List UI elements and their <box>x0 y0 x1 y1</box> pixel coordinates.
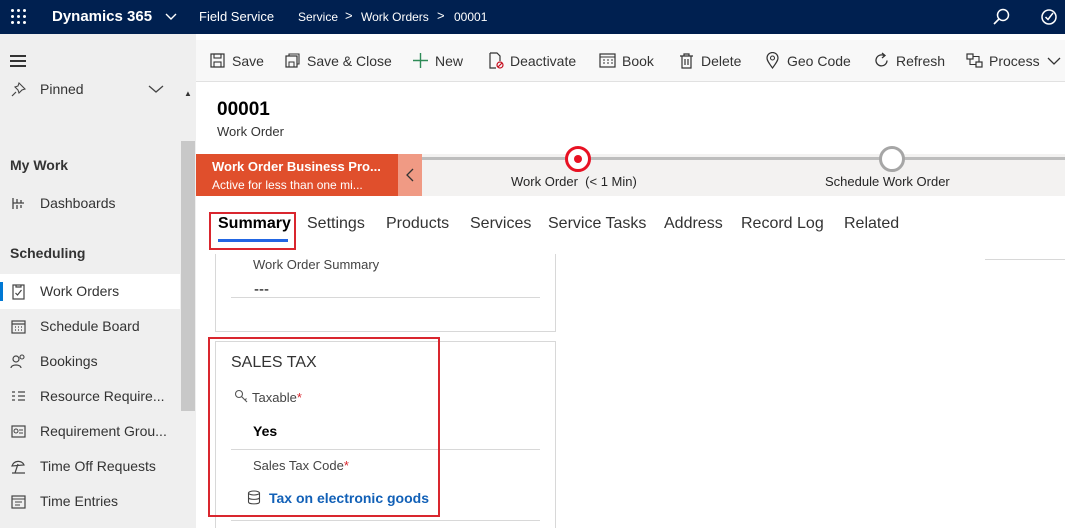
breadcrumb-record: 00001 <box>454 10 488 24</box>
tab-service-tasks[interactable]: Service Tasks <box>548 215 646 233</box>
plus-icon <box>413 53 428 68</box>
pin-icon <box>11 81 27 97</box>
save-close-icon <box>285 53 300 68</box>
bpf-progress-line <box>422 157 1065 160</box>
field-divider <box>231 297 540 298</box>
tab-related[interactable]: Related <box>844 215 899 233</box>
work-order-icon <box>12 284 25 300</box>
breadcrumb-service[interactable]: Service <box>298 10 338 24</box>
nav-item-bookings[interactable]: Bookings <box>0 344 180 379</box>
trash-icon <box>680 53 693 69</box>
command-bar: Save Save & Close New Deactivate Book De… <box>196 40 1065 82</box>
tab-summary-highlight <box>209 212 296 250</box>
search-icon[interactable] <box>992 7 1012 27</box>
right-panel-divider <box>985 259 1065 260</box>
process-icon <box>966 53 983 68</box>
deactivate-icon <box>489 52 504 69</box>
more-commands-chevron-icon[interactable] <box>1047 55 1061 67</box>
nav-item-schedule-board[interactable]: Schedule Board <box>0 309 180 344</box>
record-title: 00001 <box>217 99 270 120</box>
nav-group-my-work: My Work <box>10 157 69 173</box>
work-order-summary-label: Work Order Summary <box>253 257 380 272</box>
top-bar: Dynamics 365 Field Service Service > Wor… <box>0 0 1065 34</box>
tab-record-log[interactable]: Record Log <box>741 215 824 233</box>
group-icon <box>11 425 26 438</box>
nav-item-requirement-groups[interactable]: Requirement Grou... <box>0 414 180 449</box>
nav-item-resource-requirements[interactable]: Resource Require... <box>0 379 180 414</box>
nav-item-time-entries[interactable]: Time Entries <box>0 484 180 519</box>
chevron-left-icon <box>406 168 414 182</box>
book-icon <box>599 53 616 68</box>
hamburger-menu-icon[interactable] <box>10 55 26 67</box>
nav-pinned[interactable]: Pinned <box>0 72 180 107</box>
nav-scrollbar[interactable]: ▲ <box>180 89 196 528</box>
tab-services[interactable]: Services <box>470 215 531 233</box>
save-icon <box>210 53 225 68</box>
beach-icon <box>11 460 25 474</box>
nav-group-scheduling: Scheduling <box>10 245 86 261</box>
scrollbar-thumb[interactable] <box>181 141 195 411</box>
work-order-summary-value[interactable]: --- <box>254 281 269 298</box>
task-icon[interactable] <box>1039 7 1059 27</box>
chevron-down-icon[interactable] <box>164 9 178 23</box>
people-icon <box>10 354 25 369</box>
active-indicator <box>0 282 3 301</box>
breadcrumb-separator: > <box>345 8 353 23</box>
brand-name[interactable]: Dynamics 365 <box>52 8 152 25</box>
bpf-process-name[interactable]: Work Order Business Pro... Active for le… <box>196 154 398 196</box>
tab-products[interactable]: Products <box>386 215 449 233</box>
chevron-down-icon[interactable] <box>148 83 164 95</box>
tab-address[interactable]: Address <box>664 215 723 233</box>
breadcrumb-work-orders[interactable]: Work Orders <box>361 10 429 24</box>
stage-work-order-label[interactable]: Work Order (< 1 Min) <box>511 174 637 189</box>
sales-tax-highlight <box>208 337 440 517</box>
refresh-icon <box>875 52 888 67</box>
record-entity-name: Work Order <box>217 124 284 139</box>
nav-item-dashboards[interactable]: Dashboards <box>0 186 180 221</box>
breadcrumb-separator: > <box>437 8 445 23</box>
left-navigation: Pinned My Work Dashboards Scheduling Wor… <box>0 34 196 528</box>
tab-settings[interactable]: Settings <box>307 215 365 233</box>
dashboard-icon <box>12 198 24 209</box>
calendar-icon <box>11 320 26 334</box>
nav-item-work-orders[interactable]: Work Orders <box>0 274 180 309</box>
business-process-flow: Work Order Business Pro... Active for le… <box>196 146 1065 196</box>
nav-item-time-off-requests[interactable]: Time Off Requests <box>0 449 180 484</box>
app-name[interactable]: Field Service <box>199 9 274 24</box>
bpf-collapse-button[interactable] <box>398 154 422 196</box>
app-launcher-icon[interactable] <box>11 9 27 25</box>
stage-schedule-marker[interactable] <box>879 146 905 172</box>
field-divider <box>231 520 540 521</box>
work-order-summary-section: Work Order Summary --- <box>215 254 556 332</box>
clock-icon <box>11 495 26 509</box>
stage-schedule-work-order-label[interactable]: Schedule Work Order <box>825 174 950 189</box>
scroll-up-icon[interactable]: ▲ <box>184 89 192 98</box>
list-icon <box>12 391 25 401</box>
location-icon <box>766 52 779 69</box>
stage-work-order-marker[interactable] <box>565 146 591 172</box>
